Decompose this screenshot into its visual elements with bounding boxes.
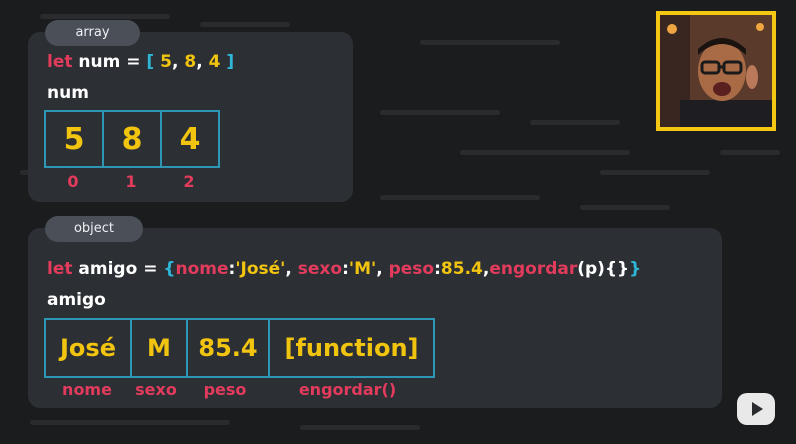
array-code-line: let num = [ 5, 8, 4 ] bbox=[47, 52, 234, 72]
code-keyword: let bbox=[47, 52, 73, 72]
object-prop-label: peso bbox=[203, 380, 247, 399]
code-brace-open: { bbox=[163, 259, 176, 279]
object-cell: M bbox=[132, 320, 188, 376]
object-cells: José M 85.4 [function] bbox=[44, 318, 435, 378]
code-varname: amigo bbox=[78, 259, 138, 279]
code-paren-expr: (p){} bbox=[577, 259, 630, 279]
code-comma: , bbox=[376, 259, 383, 279]
array-cell: 8 bbox=[104, 112, 162, 166]
code-number: 85.4 bbox=[440, 259, 483, 279]
code-brace-close: } bbox=[629, 259, 642, 279]
object-prop-label: engordar() bbox=[298, 380, 397, 399]
code-colon: : bbox=[342, 259, 349, 279]
array-var-label: num bbox=[47, 83, 89, 103]
code-comma: , bbox=[285, 259, 292, 279]
presenter-webcam bbox=[656, 11, 776, 131]
code-equals: = bbox=[126, 52, 141, 72]
code-bracket-open: [ bbox=[146, 52, 155, 72]
code-key: sexo bbox=[297, 259, 343, 279]
code-string: 'M' bbox=[348, 259, 377, 279]
array-index: 1 bbox=[125, 172, 137, 191]
play-button[interactable] bbox=[737, 393, 775, 425]
code-bracket-close: ] bbox=[226, 52, 235, 72]
object-prop-label: nome bbox=[62, 380, 112, 399]
object-prop-label: sexo bbox=[135, 380, 177, 399]
array-index: 0 bbox=[67, 172, 79, 191]
presenter-image bbox=[660, 15, 772, 127]
array-cell: 5 bbox=[46, 112, 104, 166]
array-cells: 5 8 4 bbox=[44, 110, 220, 168]
array-cell: 4 bbox=[179, 121, 201, 157]
code-comma: , bbox=[171, 52, 179, 72]
array-tag: array bbox=[45, 20, 140, 46]
code-varname: num bbox=[78, 52, 121, 72]
code-comma: , bbox=[196, 52, 203, 72]
code-string: 'José' bbox=[235, 259, 286, 279]
code-value: 8 bbox=[184, 52, 197, 72]
code-keyword: let bbox=[47, 259, 73, 279]
object-cell: [function] bbox=[284, 334, 419, 362]
object-cell: José bbox=[46, 320, 132, 376]
code-value: 4 bbox=[208, 52, 221, 72]
array-index: 2 bbox=[183, 172, 195, 191]
code-equals: = bbox=[143, 259, 158, 279]
code-key: peso bbox=[388, 259, 435, 279]
code-colon: : bbox=[434, 259, 441, 279]
object-cell: 85.4 bbox=[188, 320, 270, 376]
object-tag: object bbox=[45, 216, 143, 242]
play-icon bbox=[752, 402, 763, 416]
object-var-label: amigo bbox=[47, 290, 106, 310]
code-key: nome bbox=[175, 259, 229, 279]
object-code-line: let amigo = {nome:'José', sexo:'M', peso… bbox=[47, 259, 641, 279]
code-value: 5 bbox=[160, 52, 172, 72]
code-key: engordar bbox=[489, 259, 578, 279]
